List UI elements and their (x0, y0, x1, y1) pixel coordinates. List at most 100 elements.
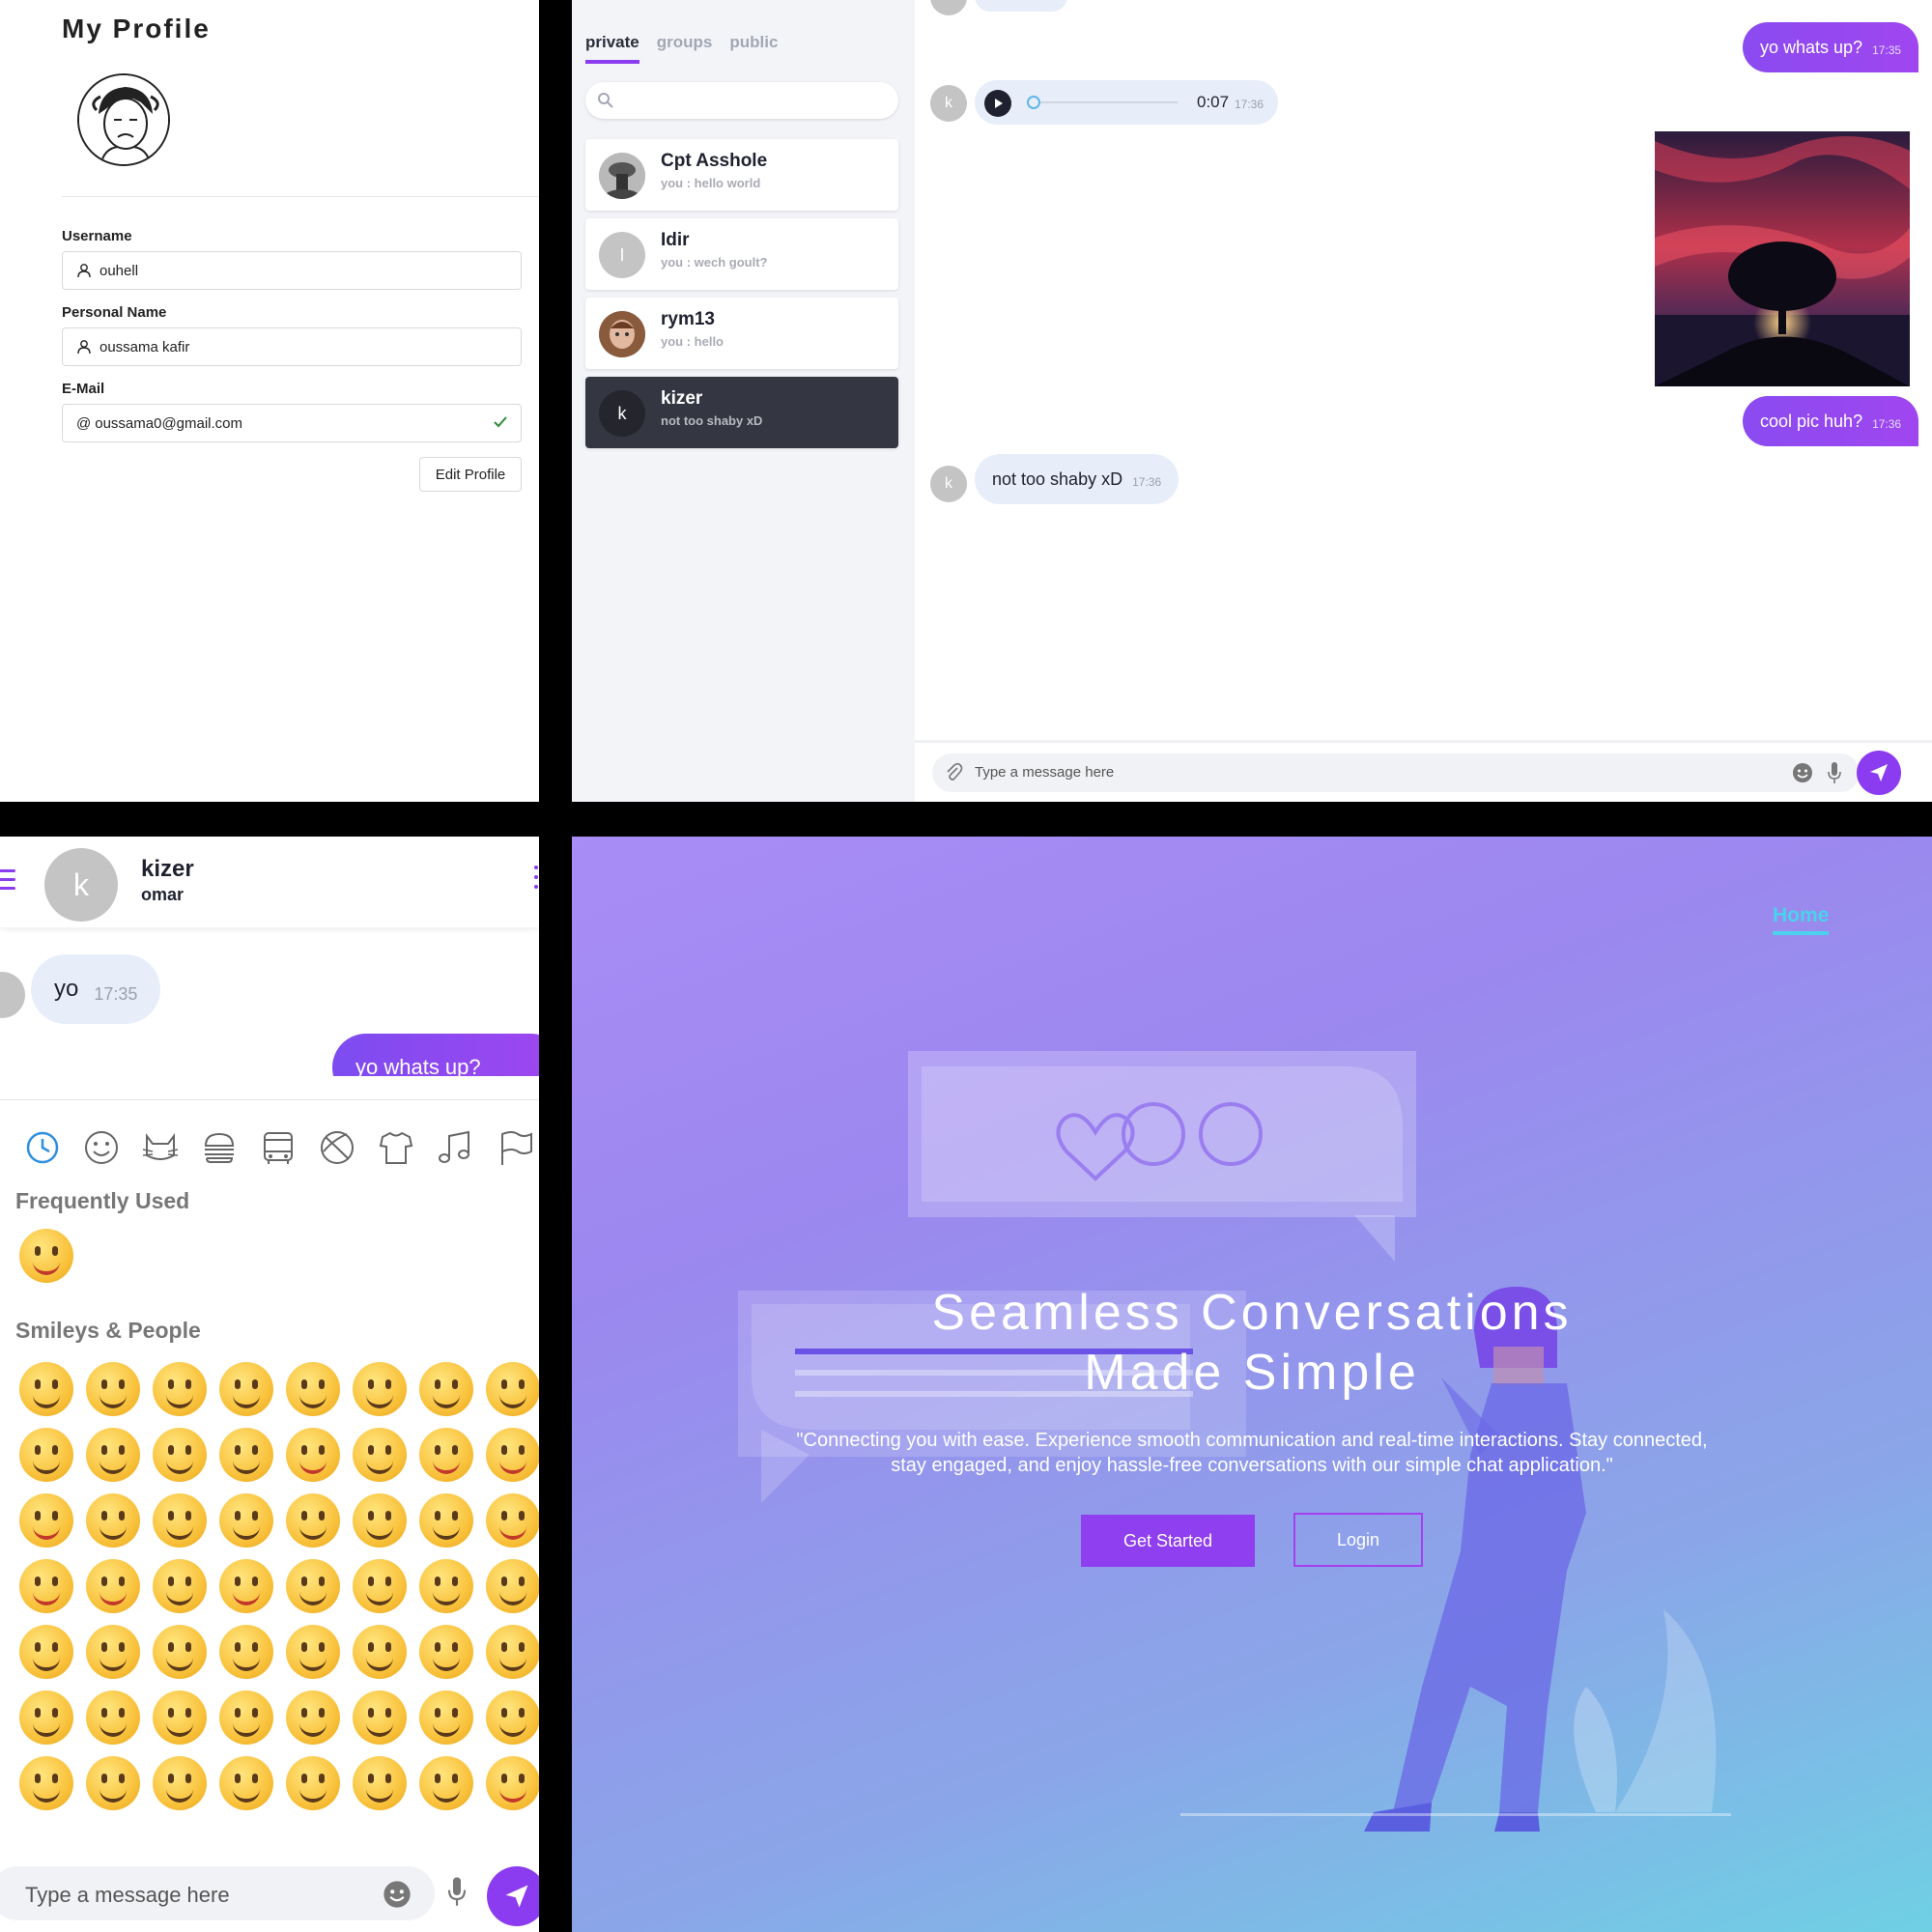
shirt-icon[interactable] (375, 1126, 417, 1169)
login-button[interactable]: Login (1293, 1513, 1423, 1567)
ball-icon[interactable] (316, 1126, 358, 1169)
emoji[interactable] (486, 1428, 539, 1482)
audio-progress-knob[interactable] (1027, 96, 1040, 109)
tab-groups[interactable]: groups (657, 33, 713, 64)
emoji[interactable] (219, 1690, 273, 1745)
bus-icon[interactable] (257, 1126, 299, 1169)
username-field[interactable]: ouhell (62, 251, 522, 290)
emoji[interactable] (153, 1756, 207, 1810)
emoji[interactable] (353, 1625, 407, 1679)
emoji[interactable] (86, 1625, 140, 1679)
emoji[interactable] (286, 1559, 340, 1613)
get-started-button[interactable]: Get Started (1081, 1515, 1255, 1567)
emoji-icon[interactable] (383, 1880, 412, 1914)
emoji[interactable] (19, 1428, 73, 1482)
cat-icon[interactable] (139, 1126, 182, 1169)
emoji[interactable] (419, 1362, 473, 1416)
emoji[interactable] (19, 1690, 73, 1745)
emoji[interactable] (153, 1690, 207, 1745)
image-message[interactable] (1655, 131, 1910, 386)
emoji[interactable] (219, 1756, 273, 1810)
send-button[interactable] (487, 1866, 539, 1926)
emoji[interactable] (219, 1493, 273, 1548)
more-options-icon[interactable] (534, 866, 538, 895)
emoji[interactable] (86, 1559, 140, 1613)
emoji[interactable] (19, 1493, 73, 1548)
emoji[interactable] (486, 1625, 539, 1679)
emoji[interactable] (353, 1756, 407, 1810)
emoji[interactable] (19, 1559, 73, 1613)
emoji[interactable] (486, 1559, 539, 1613)
emoji[interactable] (353, 1493, 407, 1548)
emoji-smiling[interactable] (19, 1229, 73, 1283)
contact-item[interactable]: rym13 you : hello (585, 298, 898, 369)
emoji[interactable] (86, 1756, 140, 1810)
message-input[interactable]: Type a message here (0, 1866, 435, 1920)
tab-public[interactable]: public (729, 33, 778, 64)
profile-panel: My Profile Username ouhell Personal Name… (0, 0, 539, 802)
emoji[interactable] (86, 1690, 140, 1745)
emoji[interactable] (219, 1428, 273, 1482)
microphone-icon[interactable] (446, 1876, 468, 1912)
emoji[interactable] (286, 1428, 340, 1482)
emoji[interactable] (419, 1690, 473, 1745)
search-input[interactable] (585, 82, 898, 119)
smiley-icon[interactable] (80, 1126, 123, 1169)
emoji[interactable] (286, 1756, 340, 1810)
emoji[interactable] (86, 1362, 140, 1416)
contact-name: kizer (141, 856, 194, 882)
emoji[interactable] (353, 1362, 407, 1416)
emoji[interactable] (153, 1493, 207, 1548)
avatar[interactable] (77, 73, 170, 166)
contact-item[interactable]: Cpt Asshole you : hello world (585, 139, 898, 211)
emoji[interactable] (353, 1559, 407, 1613)
emoji[interactable] (86, 1428, 140, 1482)
emoji[interactable] (153, 1428, 207, 1482)
message-input[interactable]: Type a message here (932, 753, 1860, 792)
paperclip-icon[interactable] (944, 762, 963, 788)
emoji[interactable] (419, 1625, 473, 1679)
emoji[interactable] (153, 1362, 207, 1416)
personal-name-field[interactable]: oussama kafir (62, 327, 522, 366)
emoji[interactable] (419, 1559, 473, 1613)
send-button[interactable] (1857, 751, 1901, 795)
emoji[interactable] (419, 1756, 473, 1810)
burger-icon[interactable] (198, 1126, 241, 1169)
emoji[interactable] (486, 1756, 539, 1810)
audio-progress-track[interactable] (1033, 101, 1178, 103)
contact-item-active[interactable]: k kizer not too shaby xD (585, 377, 898, 448)
emoji[interactable] (286, 1625, 340, 1679)
play-icon[interactable] (984, 90, 1011, 117)
contact-item[interactable]: I Idir you : wech goult? (585, 218, 898, 290)
menu-icon[interactable] (0, 869, 15, 895)
emoji[interactable] (419, 1428, 473, 1482)
emoji[interactable] (486, 1493, 539, 1548)
emoji[interactable] (486, 1362, 539, 1416)
tab-private[interactable]: private (585, 33, 639, 64)
emoji[interactable] (286, 1362, 340, 1416)
emoji[interactable] (19, 1362, 73, 1416)
emoji[interactable] (486, 1690, 539, 1745)
emoji[interactable] (353, 1428, 407, 1482)
flag-icon[interactable] (493, 1126, 535, 1169)
emoji[interactable] (219, 1625, 273, 1679)
emoji[interactable] (19, 1625, 73, 1679)
recent-icon[interactable] (21, 1126, 64, 1169)
microphone-icon[interactable] (1827, 761, 1842, 789)
emoji[interactable] (286, 1690, 340, 1745)
emoji[interactable] (19, 1756, 73, 1810)
emoji[interactable] (419, 1493, 473, 1548)
avatar[interactable]: k (44, 848, 118, 922)
emoji[interactable] (86, 1493, 140, 1548)
emoji[interactable] (219, 1559, 273, 1613)
emoji[interactable] (219, 1362, 273, 1416)
emoji[interactable] (153, 1625, 207, 1679)
emoji[interactable] (153, 1559, 207, 1613)
music-icon[interactable] (434, 1126, 476, 1169)
edit-profile-button[interactable]: Edit Profile (419, 457, 522, 492)
nav-link-home[interactable]: Home (1773, 904, 1830, 935)
emoji[interactable] (286, 1493, 340, 1548)
emoji-icon[interactable] (1792, 762, 1813, 788)
email-field[interactable]: @ oussama0@gmail.com (62, 404, 522, 442)
emoji[interactable] (353, 1690, 407, 1745)
